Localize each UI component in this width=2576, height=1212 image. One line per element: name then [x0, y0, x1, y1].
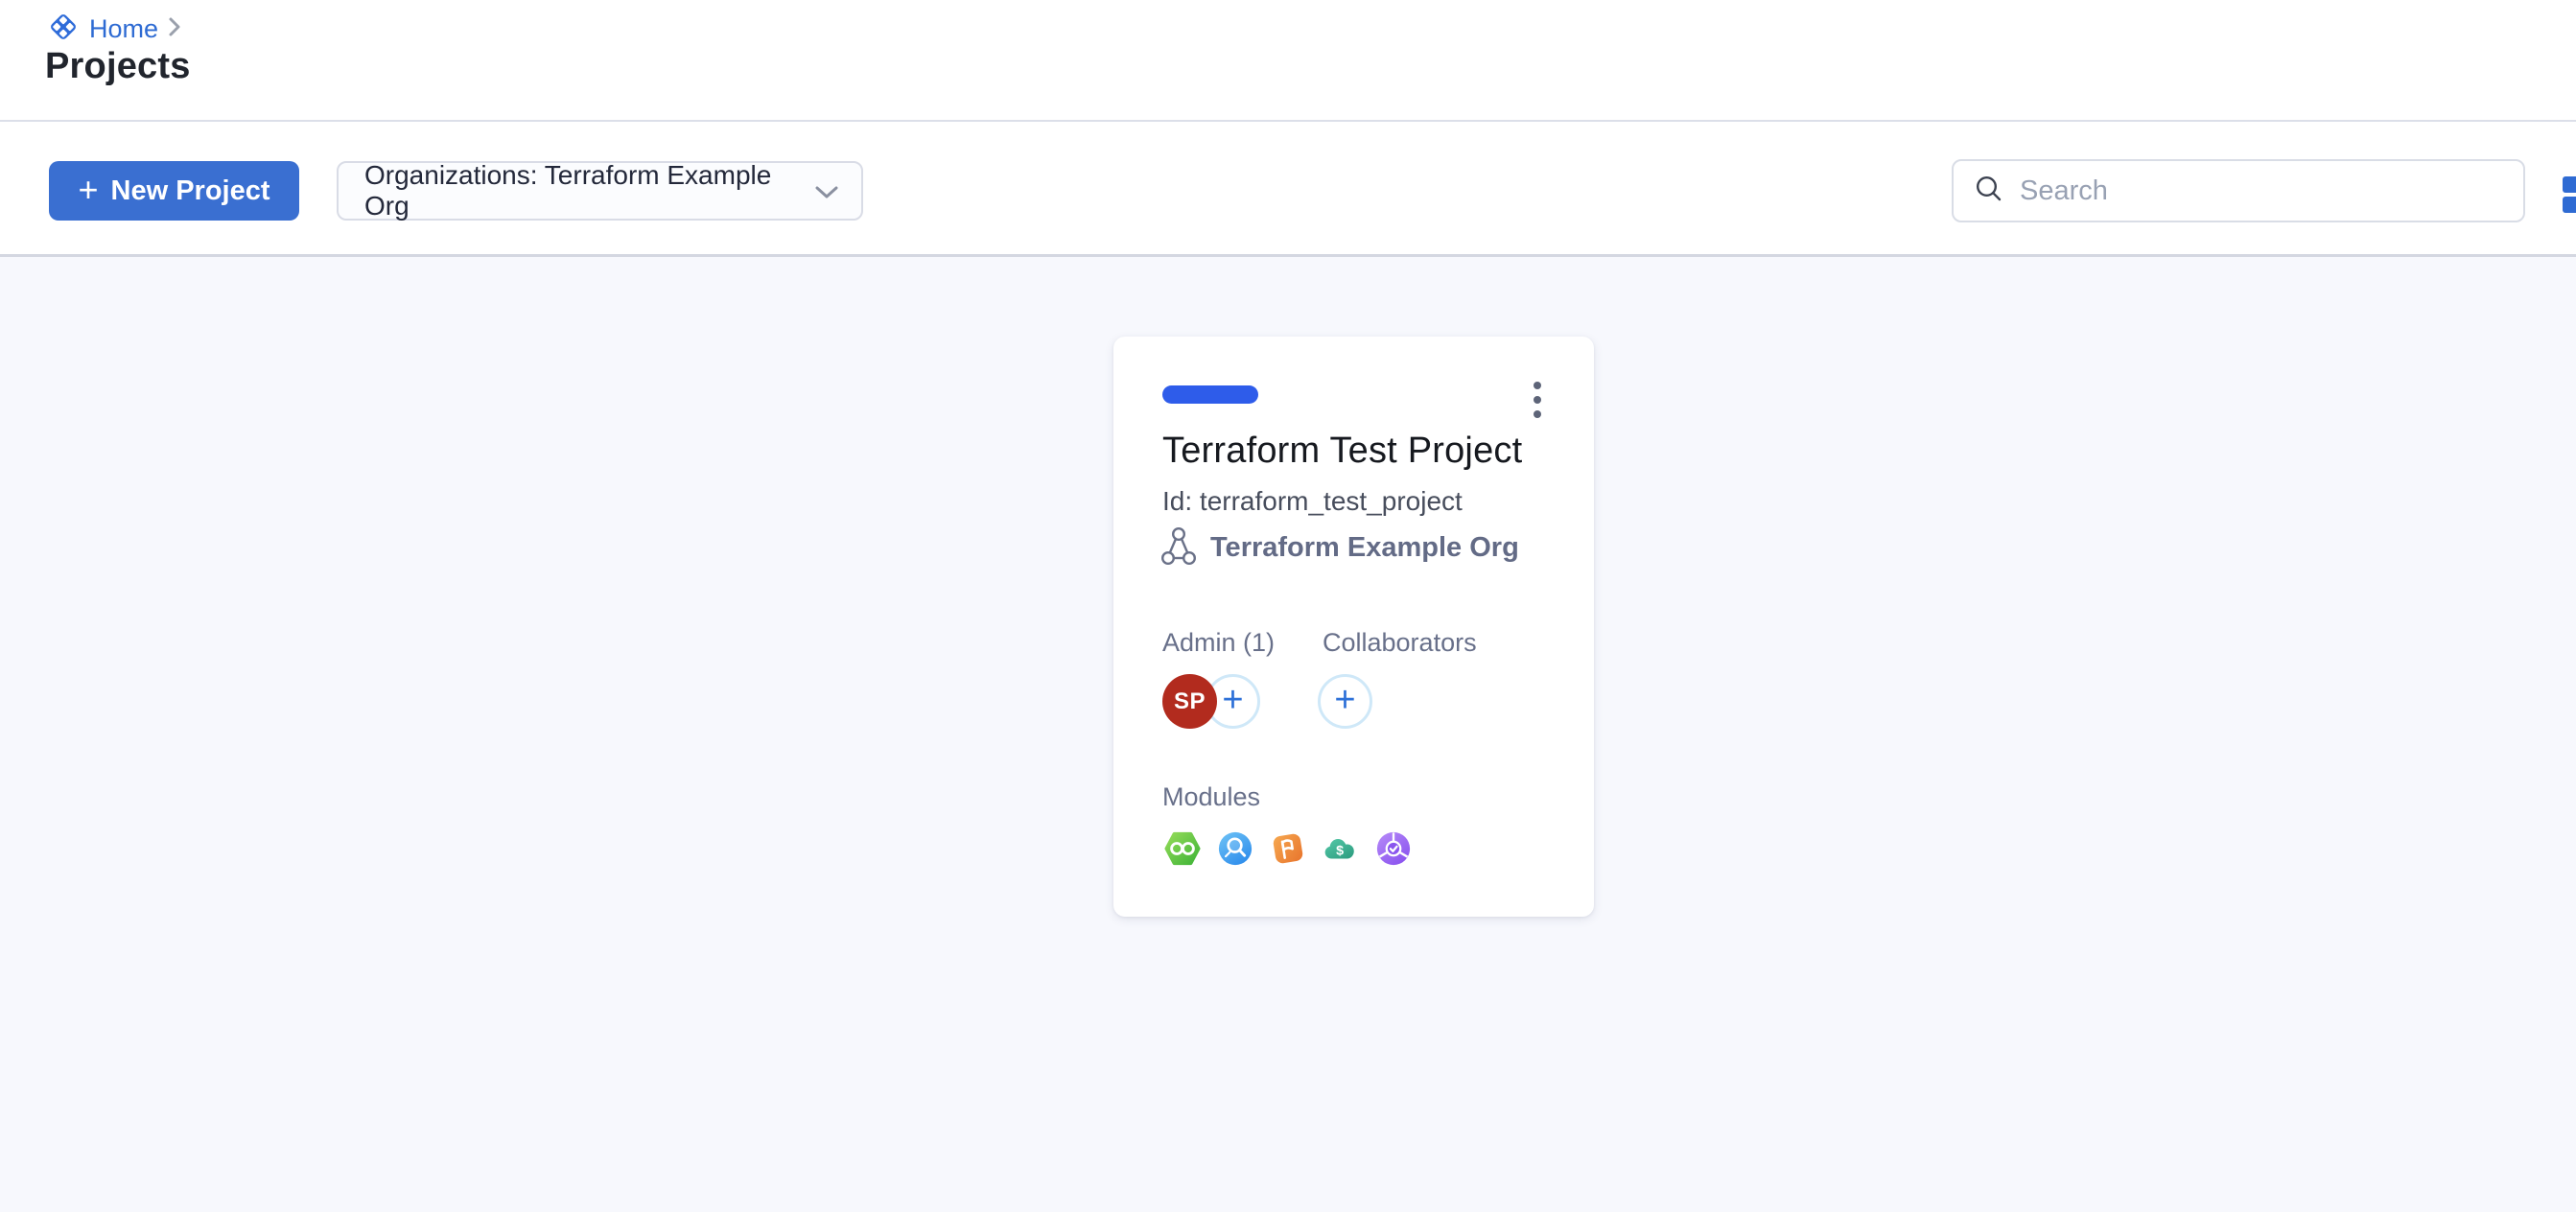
organizations-filter-dropdown[interactable]: Organizations: Terraform Example Org: [337, 161, 863, 221]
project-title: Terraform Test Project: [1162, 431, 1522, 472]
search-icon: [1975, 175, 2003, 208]
toolbar: + New Project Organizations: Terraform E…: [0, 122, 2576, 254]
search-box: [1952, 159, 2525, 222]
organizations-filter-value: Organizations: Terraform Example Org: [364, 160, 815, 221]
add-collaborator-button[interactable]: +: [1318, 674, 1372, 729]
new-project-button-label: New Project: [111, 175, 270, 207]
organization-icon: [1159, 525, 1198, 571]
collaborators-label: Collaborators: [1323, 628, 1477, 658]
modules-row: $: [1164, 830, 1412, 867]
project-id: Id: terraform_test_project: [1162, 486, 1463, 517]
projects-grid-area: Terraform Test Project Id: terraform_tes…: [0, 257, 2576, 1212]
page-header: Home Projects: [0, 0, 2576, 120]
svg-text:$: $: [1336, 844, 1344, 859]
project-org-name: Terraform Example Org: [1210, 532, 1519, 564]
admin-label: Admin (1): [1162, 628, 1275, 658]
grid-view-toggle-icon[interactable]: [2563, 176, 2576, 217]
breadcrumb-home-link[interactable]: Home: [89, 14, 158, 44]
module-cloud-costs-icon: $: [1323, 830, 1359, 867]
search-input[interactable]: [2020, 175, 2502, 207]
chevron-down-icon: [815, 175, 838, 206]
module-feature-flags-icon: [1270, 830, 1306, 867]
plus-icon: +: [78, 173, 98, 207]
project-org-row: Terraform Example Org: [1159, 525, 1519, 571]
project-card-menu-button[interactable]: [1524, 375, 1551, 425]
project-color-pill: [1162, 385, 1258, 404]
modules-label: Modules: [1162, 782, 1260, 812]
app-home-icon[interactable]: [47, 9, 80, 50]
new-project-button[interactable]: + New Project: [49, 161, 299, 221]
page-title: Projects: [45, 46, 191, 87]
module-verification-icon: [1217, 830, 1253, 867]
module-reliability-icon: [1375, 830, 1412, 867]
breadcrumb: Home: [47, 8, 181, 50]
admin-avatar: SP: [1162, 674, 1217, 729]
project-card[interactable]: Terraform Test Project Id: terraform_tes…: [1113, 337, 1594, 917]
module-ci-icon: [1164, 830, 1201, 867]
chevron-right-icon: [168, 16, 181, 42]
